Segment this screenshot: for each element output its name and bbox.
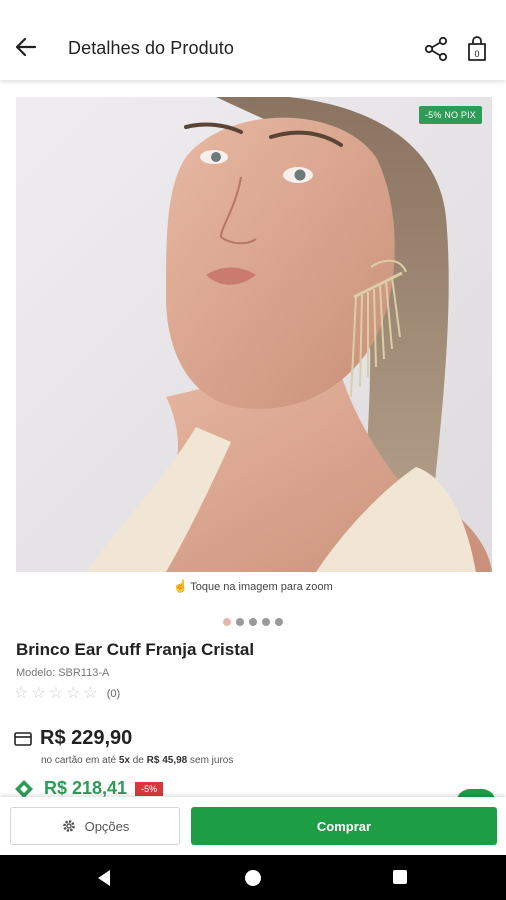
credit-card-icon bbox=[14, 731, 32, 746]
zoom-hint-text: Toque na imagem para zoom bbox=[190, 581, 333, 593]
product-name: Brinco Ear Cuff Franja Cristal bbox=[16, 640, 255, 659]
rating-count: (0) bbox=[106, 688, 121, 700]
installments-count: 5x bbox=[118, 755, 130, 766]
page-title: Detalhes do Produto bbox=[68, 38, 235, 58]
pix-discount-badge: -5% NO PIX bbox=[418, 106, 482, 124]
product-image[interactable]: -5% NO PIX bbox=[16, 97, 492, 572]
carousel-dots[interactable] bbox=[0, 618, 506, 626]
nav-recents-icon[interactable] bbox=[393, 870, 407, 884]
installments-value: R$ 45,98 bbox=[146, 755, 188, 766]
buy-button[interactable]: Comprar bbox=[191, 807, 497, 845]
rating[interactable]: ☆ ☆ ☆ ☆ ☆ (0) bbox=[14, 686, 120, 702]
back-arrow-icon[interactable] bbox=[12, 33, 40, 61]
options-label: Opções bbox=[84, 818, 130, 834]
cart-count: 0 bbox=[474, 49, 479, 59]
card-price-row: R$ 229,90 bbox=[14, 727, 132, 750]
star-icon: ☆ bbox=[48, 685, 64, 702]
installments-suffix: sem juros bbox=[190, 755, 234, 766]
shopping-bag-icon[interactable]: 0 bbox=[466, 36, 490, 62]
star-icon: ☆ bbox=[14, 685, 29, 702]
pix-price-row: R$ 218,41 -5% bbox=[14, 778, 164, 799]
top-app-bar: Detalhes do Produto 0 bbox=[0, 0, 506, 80]
star-icon: ☆ bbox=[83, 685, 98, 702]
bottom-action-bar: Opções Comprar bbox=[0, 797, 506, 855]
installments-info: no cartão em até 5x de R$ 45,98 sem juro… bbox=[41, 755, 233, 766]
carousel-dot[interactable] bbox=[249, 618, 257, 626]
star-icon: ☆ bbox=[66, 685, 81, 702]
gear-icon bbox=[62, 820, 75, 832]
carousel-dot[interactable] bbox=[236, 618, 244, 626]
card-price: R$ 229,90 bbox=[40, 727, 133, 749]
nav-home-icon[interactable] bbox=[245, 870, 261, 886]
pix-icon bbox=[15, 779, 33, 798]
zoom-hint: ☝ Toque na imagem para zoom bbox=[0, 579, 506, 593]
carousel-dot[interactable] bbox=[262, 618, 270, 626]
options-button[interactable]: Opções bbox=[10, 807, 180, 845]
app-screen: Detalhes do Produto 0 -5% NO PIX ☝ Toque… bbox=[0, 0, 506, 900]
star-icon: ☆ bbox=[31, 685, 46, 702]
carousel-dot[interactable] bbox=[275, 618, 283, 626]
installments-prefix: no cartão em até bbox=[41, 755, 117, 766]
share-icon[interactable] bbox=[424, 36, 450, 62]
installments-mid: de bbox=[132, 755, 144, 766]
hand-tap-icon: ☝ bbox=[173, 579, 189, 593]
pix-discount-tag: -5% bbox=[135, 781, 164, 796]
nav-back-icon[interactable] bbox=[96, 869, 112, 887]
pix-price: R$ 218,41 bbox=[44, 778, 128, 798]
product-model: Modelo: SBR113-A bbox=[16, 667, 110, 679]
system-nav-bar bbox=[0, 855, 506, 900]
carousel-dot[interactable] bbox=[223, 618, 231, 626]
